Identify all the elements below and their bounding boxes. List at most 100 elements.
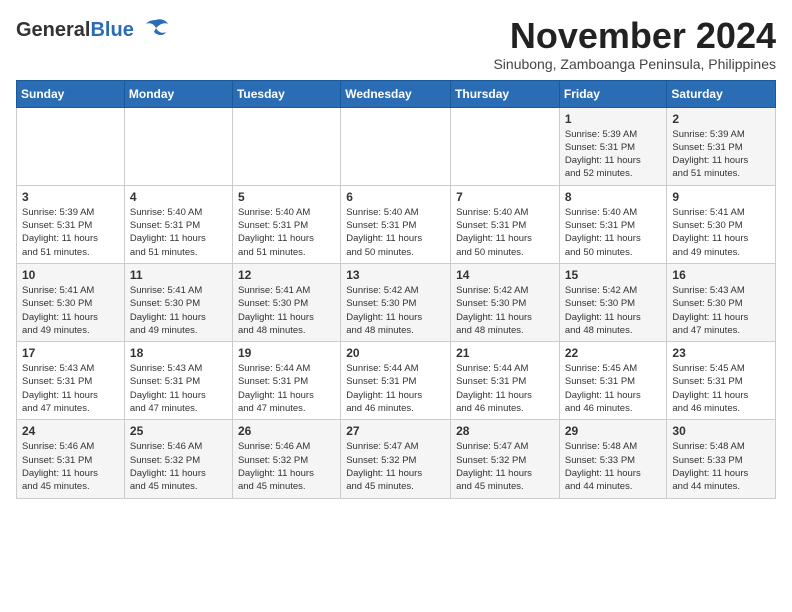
calendar-cell: 21Sunrise: 5:44 AM Sunset: 5:31 PM Dayli… [451, 342, 560, 420]
calendar-cell: 23 Sunrise: 5:45 AM Sunset: 5:31 PM Dayli… [667, 342, 776, 420]
calendar-header: SundayMondayTuesdayWednesdayThursdayFrid… [17, 80, 776, 107]
day-number: 14 [456, 268, 554, 282]
calendar-cell: 2 Sunrise: 5:39 AM Sunset: 5:31 PM Daylig… [667, 107, 776, 185]
day-info: Sunrise: 5:41 AM Sunset: 5:30 PM Dayligh… [672, 206, 770, 259]
day-number: 27 [346, 424, 445, 438]
day-number: 26 [238, 424, 335, 438]
day-info: Sunrise: 5:39 AM Sunset: 5:31 PM Dayligh… [565, 128, 662, 181]
calendar-cell: 25 Sunrise: 5:46 AM Sunset: 5:32 PM Dayli… [124, 420, 232, 498]
calendar-cell: 24Sunrise: 5:46 AM Sunset: 5:31 PM Dayli… [17, 420, 125, 498]
day-number: 8 [565, 190, 662, 204]
day-info: Sunrise: 5:45 AM Sunset: 5:31 PM Dayligh… [672, 362, 770, 415]
weekday-header-row: SundayMondayTuesdayWednesdayThursdayFrid… [17, 80, 776, 107]
day-info: Sunrise: 5:43 AM Sunset: 5:30 PM Dayligh… [672, 284, 770, 337]
calendar-body: 1Sunrise: 5:39 AM Sunset: 5:31 PM Daylig… [17, 107, 776, 498]
calendar-cell: 20 Sunrise: 5:44 AM Sunset: 5:31 PM Dayli… [341, 342, 451, 420]
calendar-cell: 30 Sunrise: 5:48 AM Sunset: 5:33 PM Dayli… [667, 420, 776, 498]
day-info: Sunrise: 5:46 AM Sunset: 5:32 PM Dayligh… [130, 440, 227, 493]
calendar-cell: 16 Sunrise: 5:43 AM Sunset: 5:30 PM Dayli… [667, 263, 776, 341]
day-number: 3 [22, 190, 119, 204]
calendar-cell: 22 Sunrise: 5:45 AM Sunset: 5:31 PM Dayli… [559, 342, 667, 420]
calendar-cell: 26 Sunrise: 5:46 AM Sunset: 5:32 PM Dayli… [232, 420, 340, 498]
calendar-cell: 29 Sunrise: 5:48 AM Sunset: 5:33 PM Dayli… [559, 420, 667, 498]
day-info: Sunrise: 5:41 AM Sunset: 5:30 PM Dayligh… [22, 284, 119, 337]
day-info: Sunrise: 5:42 AM Sunset: 5:30 PM Dayligh… [565, 284, 662, 337]
day-info: Sunrise: 5:47 AM Sunset: 5:32 PM Dayligh… [346, 440, 445, 493]
calendar-cell: 3 Sunrise: 5:39 AM Sunset: 5:31 PM Daylig… [17, 185, 125, 263]
calendar-week-1: 1Sunrise: 5:39 AM Sunset: 5:31 PM Daylig… [17, 107, 776, 185]
day-number: 2 [672, 112, 770, 126]
day-number: 23 [672, 346, 770, 360]
calendar-cell: 6Sunrise: 5:40 AM Sunset: 5:31 PM Daylig… [341, 185, 451, 263]
day-info: Sunrise: 5:40 AM Sunset: 5:31 PM Dayligh… [456, 206, 554, 259]
calendar-week-2: 3 Sunrise: 5:39 AM Sunset: 5:31 PM Daylig… [17, 185, 776, 263]
logo-text: GeneralBlue [16, 20, 134, 41]
calendar-cell: 5 Sunrise: 5:40 AM Sunset: 5:31 PM Daylig… [232, 185, 340, 263]
weekday-header-monday: Monday [124, 80, 232, 107]
day-number: 30 [672, 424, 770, 438]
calendar-cell: 15Sunrise: 5:42 AM Sunset: 5:30 PM Dayli… [559, 263, 667, 341]
weekday-header-saturday: Saturday [667, 80, 776, 107]
day-info: Sunrise: 5:40 AM Sunset: 5:31 PM Dayligh… [130, 206, 227, 259]
day-number: 5 [238, 190, 335, 204]
calendar-cell [124, 107, 232, 185]
calendar-cell: 4 Sunrise: 5:40 AM Sunset: 5:31 PM Daylig… [124, 185, 232, 263]
calendar-cell: 10Sunrise: 5:41 AM Sunset: 5:30 PM Dayli… [17, 263, 125, 341]
weekday-header-wednesday: Wednesday [341, 80, 451, 107]
day-number: 4 [130, 190, 227, 204]
calendar-week-3: 10Sunrise: 5:41 AM Sunset: 5:30 PM Dayli… [17, 263, 776, 341]
calendar-cell: 27 Sunrise: 5:47 AM Sunset: 5:32 PM Dayli… [341, 420, 451, 498]
day-number: 16 [672, 268, 770, 282]
day-number: 28 [456, 424, 554, 438]
day-info: Sunrise: 5:48 AM Sunset: 5:33 PM Dayligh… [565, 440, 662, 493]
logo: GeneralBlue [16, 16, 168, 45]
day-number: 12 [238, 268, 335, 282]
day-info: Sunrise: 5:46 AM Sunset: 5:31 PM Dayligh… [22, 440, 119, 493]
weekday-header-sunday: Sunday [17, 80, 125, 107]
day-info: Sunrise: 5:39 AM Sunset: 5:31 PM Dayligh… [672, 128, 770, 181]
day-number: 29 [565, 424, 662, 438]
weekday-header-tuesday: Tuesday [232, 80, 340, 107]
day-info: Sunrise: 5:48 AM Sunset: 5:33 PM Dayligh… [672, 440, 770, 493]
day-info: Sunrise: 5:47 AM Sunset: 5:32 PM Dayligh… [456, 440, 554, 493]
day-info: Sunrise: 5:41 AM Sunset: 5:30 PM Dayligh… [238, 284, 335, 337]
month-title: November 2024 [493, 16, 776, 56]
day-info: Sunrise: 5:45 AM Sunset: 5:31 PM Dayligh… [565, 362, 662, 415]
calendar-cell: 17Sunrise: 5:43 AM Sunset: 5:31 PM Dayli… [17, 342, 125, 420]
day-number: 19 [238, 346, 335, 360]
day-info: Sunrise: 5:46 AM Sunset: 5:32 PM Dayligh… [238, 440, 335, 493]
page-header: GeneralBlue November 2024 Sinubong, Zamb… [16, 16, 776, 72]
calendar-cell: 8 Sunrise: 5:40 AM Sunset: 5:31 PM Daylig… [559, 185, 667, 263]
calendar-table: SundayMondayTuesdayWednesdayThursdayFrid… [16, 80, 776, 499]
day-number: 25 [130, 424, 227, 438]
calendar-cell: 11 Sunrise: 5:41 AM Sunset: 5:30 PM Dayli… [124, 263, 232, 341]
day-info: Sunrise: 5:41 AM Sunset: 5:30 PM Dayligh… [130, 284, 227, 337]
day-info: Sunrise: 5:44 AM Sunset: 5:31 PM Dayligh… [238, 362, 335, 415]
calendar-cell: 1Sunrise: 5:39 AM Sunset: 5:31 PM Daylig… [559, 107, 667, 185]
day-number: 22 [565, 346, 662, 360]
title-block: November 2024 Sinubong, Zamboanga Penins… [493, 16, 776, 72]
day-number: 9 [672, 190, 770, 204]
calendar-cell: 28 Sunrise: 5:47 AM Sunset: 5:32 PM Dayli… [451, 420, 560, 498]
day-number: 13 [346, 268, 445, 282]
calendar-cell: 18Sunrise: 5:43 AM Sunset: 5:31 PM Dayli… [124, 342, 232, 420]
calendar-cell [341, 107, 451, 185]
day-number: 21 [456, 346, 554, 360]
day-info: Sunrise: 5:40 AM Sunset: 5:31 PM Dayligh… [238, 206, 335, 259]
calendar-cell: 9 Sunrise: 5:41 AM Sunset: 5:30 PM Daylig… [667, 185, 776, 263]
day-info: Sunrise: 5:42 AM Sunset: 5:30 PM Dayligh… [346, 284, 445, 337]
day-number: 18 [130, 346, 227, 360]
day-info: Sunrise: 5:44 AM Sunset: 5:31 PM Dayligh… [346, 362, 445, 415]
day-info: Sunrise: 5:39 AM Sunset: 5:31 PM Dayligh… [22, 206, 119, 259]
calendar-cell: 7 Sunrise: 5:40 AM Sunset: 5:31 PM Daylig… [451, 185, 560, 263]
location-subtitle: Sinubong, Zamboanga Peninsula, Philippin… [493, 56, 776, 72]
day-info: Sunrise: 5:43 AM Sunset: 5:31 PM Dayligh… [22, 362, 119, 415]
day-number: 20 [346, 346, 445, 360]
day-info: Sunrise: 5:40 AM Sunset: 5:31 PM Dayligh… [565, 206, 662, 259]
day-number: 6 [346, 190, 445, 204]
day-info: Sunrise: 5:42 AM Sunset: 5:30 PM Dayligh… [456, 284, 554, 337]
calendar-cell [451, 107, 560, 185]
calendar-cell: 19 Sunrise: 5:44 AM Sunset: 5:31 PM Dayli… [232, 342, 340, 420]
day-number: 7 [456, 190, 554, 204]
day-number: 11 [130, 268, 227, 282]
